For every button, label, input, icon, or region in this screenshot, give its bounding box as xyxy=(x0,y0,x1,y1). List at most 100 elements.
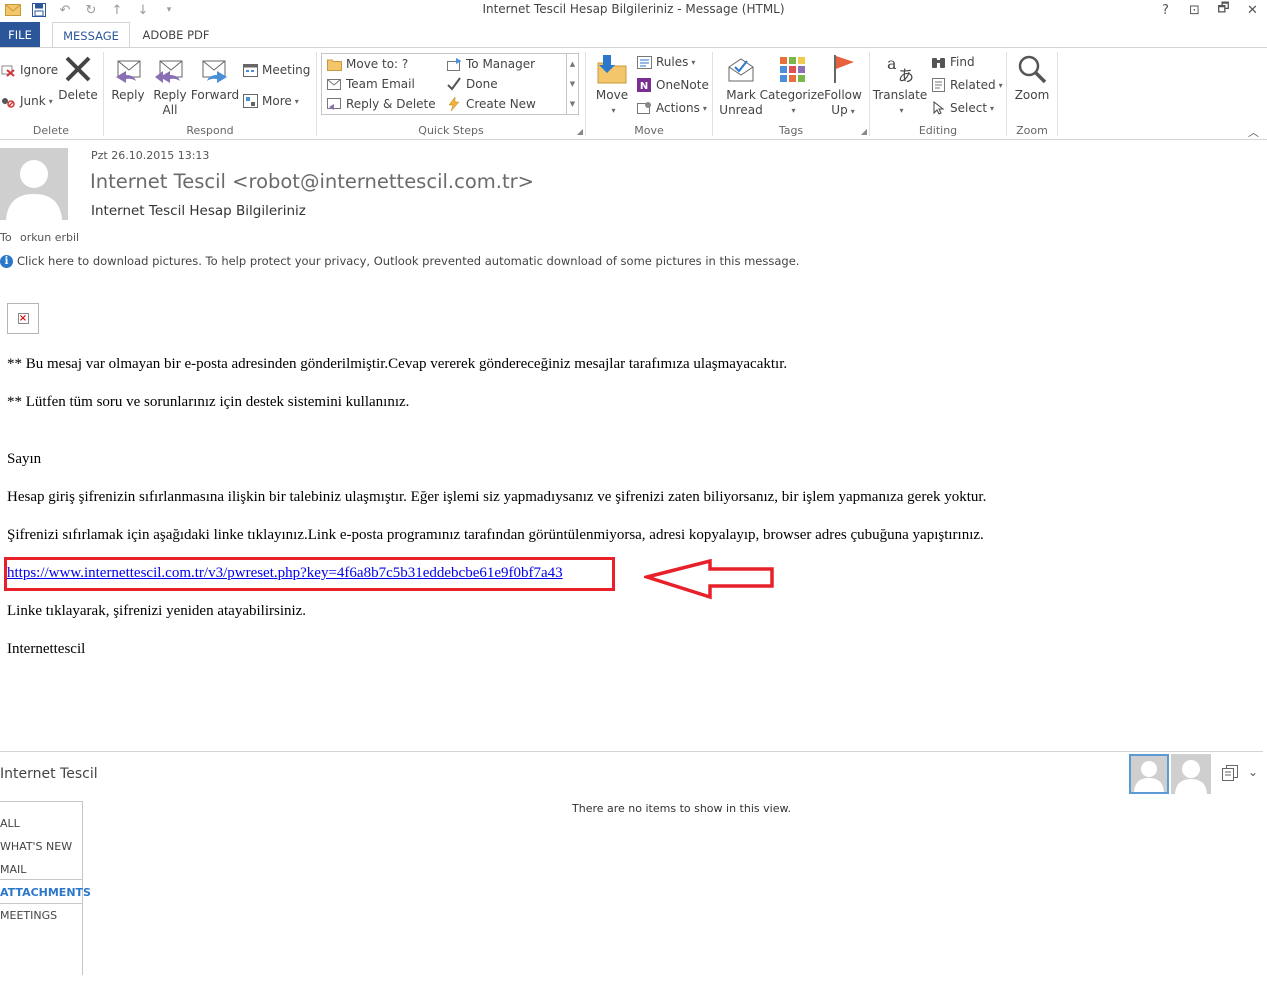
collapse-ribbon-icon[interactable]: ︿ xyxy=(1248,124,1259,140)
quick-step-create-new[interactable]: Create New xyxy=(446,94,536,114)
quick-step-done[interactable]: Done xyxy=(446,74,498,94)
cursor-icon xyxy=(930,100,946,116)
meeting-icon xyxy=(242,62,258,78)
follow-up-button[interactable]: Follow Up ▾ xyxy=(823,52,863,119)
people-avatar[interactable] xyxy=(1171,754,1211,794)
tab-file[interactable]: FILE xyxy=(0,22,40,47)
actions-button[interactable]: Actions ▾ xyxy=(636,98,707,118)
forward-button[interactable]: Forward xyxy=(191,52,239,103)
reply-button[interactable]: Reply xyxy=(108,52,148,103)
move-folder-icon xyxy=(595,52,629,86)
people-pane-tools: ⌄ xyxy=(1222,765,1258,784)
editing-group: aあ Translate ▾ Find Related ▾ Select ▾ Edi… xyxy=(872,52,1003,137)
related-button[interactable]: Related ▾ xyxy=(930,75,1003,95)
nav-item-attachments[interactable]: ATTACHMENTS xyxy=(0,886,91,899)
nav-item-all[interactable]: ALL xyxy=(0,817,20,830)
message-sender[interactable]: Internet Tescil <robot@internettescil.co… xyxy=(90,170,534,193)
quick-step-to-manager[interactable]: To Manager xyxy=(446,54,535,74)
delete-button[interactable]: Delete xyxy=(58,52,98,103)
body-greeting: Sayın xyxy=(7,451,42,467)
scroll-down-icon[interactable]: ▼ xyxy=(570,80,575,88)
find-button[interactable]: Find xyxy=(930,52,975,72)
close-button[interactable]: ✕ xyxy=(1238,0,1267,20)
message-subject: Internet Tescil Hesap Bilgileriniz xyxy=(91,203,306,219)
select-button[interactable]: Select ▾ xyxy=(930,98,994,118)
reply-all-button[interactable]: Reply All xyxy=(150,52,190,118)
delete-icon xyxy=(61,52,95,86)
annotation-highlight-box xyxy=(4,557,615,591)
reply-icon xyxy=(111,52,145,86)
delete-group: Ignore Junk ▾ Delete Delete xyxy=(0,48,102,140)
nav-divider xyxy=(0,801,83,802)
body-paragraph-2: Şifrenizi sıfırlamak için aşağıdaki link… xyxy=(7,527,984,543)
translate-button[interactable]: aあ Translate ▾ xyxy=(873,52,928,118)
flag-icon xyxy=(826,52,860,86)
meeting-button[interactable]: Meeting xyxy=(242,60,310,80)
onenote-button[interactable]: N OneNote xyxy=(636,75,709,95)
people-pane-divider[interactable] xyxy=(0,751,1263,752)
tags-launcher-icon[interactable]: ◢ xyxy=(861,127,867,136)
ribbon-display-button[interactable]: ⊡ xyxy=(1180,0,1209,20)
ribbon: Ignore Junk ▾ Delete Delete Reply Reply … xyxy=(0,47,1267,140)
quick-step-move-to[interactable]: Move to: ? xyxy=(326,54,408,74)
move-button[interactable]: Move ▾ xyxy=(594,52,630,118)
nav-item-meetings[interactable]: MEETINGS xyxy=(0,909,57,922)
tab-message[interactable]: MESSAGE xyxy=(52,22,130,48)
move-group: Move ▾ Rules ▾ N OneNote Actions ▾ Move xyxy=(586,48,712,140)
reply-delete-icon xyxy=(326,96,342,112)
person-icon xyxy=(6,160,62,220)
quick-steps-launcher-icon[interactable]: ◢ xyxy=(577,127,583,136)
restore-button[interactable]: 🗗 xyxy=(1209,0,1238,20)
quick-steps-scrollbar[interactable]: ▲ ▼ ▼ xyxy=(566,54,578,114)
zoom-button[interactable]: Zoom xyxy=(1012,52,1052,103)
person-icon xyxy=(1175,760,1207,794)
body-signature: Internettescil xyxy=(7,641,86,657)
mark-unread-button[interactable]: Mark Unread xyxy=(717,52,765,118)
categorize-button[interactable]: Categorize ▾ xyxy=(760,52,824,118)
zoom-group: Zoom Zoom xyxy=(1007,48,1057,140)
rules-button[interactable]: Rules ▾ xyxy=(636,52,695,72)
ignore-icon xyxy=(0,62,16,78)
ignore-button[interactable]: Ignore xyxy=(0,60,58,80)
to-label: To xyxy=(0,231,12,244)
envelope-icon xyxy=(326,76,342,92)
translate-icon: aあ xyxy=(883,52,917,86)
expand-gallery-icon[interactable]: ▼ xyxy=(570,100,575,108)
nav-item-mail[interactable]: MAIL xyxy=(0,863,26,876)
body-paragraph-1: Hesap giriş şifrenizin sıfırlanmasına il… xyxy=(7,489,987,505)
reply-all-icon xyxy=(153,52,187,86)
to-manager-icon xyxy=(446,56,462,72)
broken-image-icon: × xyxy=(17,313,29,324)
nav-item-whats-new[interactable]: WHAT'S NEW xyxy=(0,840,72,853)
tab-adobe-pdf[interactable]: ADOBE PDF xyxy=(138,22,214,48)
title-bar: ↶ ↻ ↑ ↓ ▾ Internet Tescil Hesap Bilgiler… xyxy=(0,0,1267,22)
mark-unread-icon xyxy=(724,52,758,86)
categorize-icon xyxy=(775,52,809,86)
message-date: Pzt 26.10.2015 13:13 xyxy=(91,149,210,162)
sender-avatar xyxy=(0,148,68,220)
quick-step-reply-delete[interactable]: Reply & Delete xyxy=(326,94,436,114)
chevron-down-icon[interactable]: ⌄ xyxy=(1248,765,1258,784)
rules-icon xyxy=(636,54,652,70)
broken-image-placeholder: × xyxy=(7,303,39,334)
download-pictures-infobar[interactable]: i Click here to download pictures. To he… xyxy=(0,253,799,269)
person-icon xyxy=(1134,761,1164,792)
junk-button[interactable]: Junk ▾ xyxy=(0,91,53,111)
svg-text:a: a xyxy=(887,54,897,73)
empty-view-message: There are no items to show in this view. xyxy=(572,802,791,815)
people-avatar-selected[interactable] xyxy=(1129,754,1169,794)
forward-icon xyxy=(198,52,232,86)
quick-steps-gallery: Move to: ? Team Email Reply & Delete To … xyxy=(321,53,579,115)
body-notice-1: ** Bu mesaj var olmayan bir e-posta adre… xyxy=(7,356,788,372)
binoculars-icon xyxy=(930,54,946,70)
more-respond-button[interactable]: More ▾ xyxy=(242,91,299,111)
recipient-name[interactable]: orkun erbil xyxy=(20,231,79,244)
scroll-up-icon[interactable]: ▲ xyxy=(570,60,575,68)
quick-step-team-email[interactable]: Team Email xyxy=(326,74,415,94)
lightning-icon xyxy=(446,96,462,112)
svg-text:N: N xyxy=(640,81,648,92)
help-button[interactable]: ? xyxy=(1151,0,1180,20)
nav-divider xyxy=(0,903,83,904)
onenote-icon: N xyxy=(636,77,652,93)
people-view-icon[interactable] xyxy=(1222,765,1238,784)
